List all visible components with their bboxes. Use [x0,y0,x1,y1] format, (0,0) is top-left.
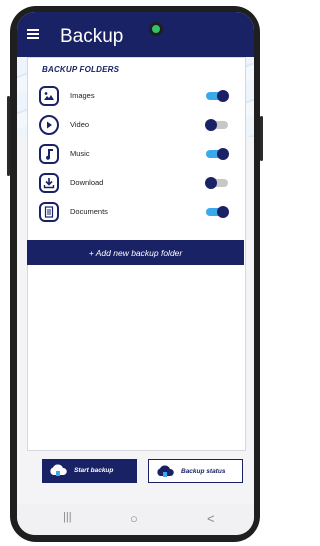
folder-row-video: Video [39,115,234,137]
folder-row-music: Music [39,144,234,166]
volume-button [7,96,10,176]
cloud-icon [50,464,67,476]
music-toggle[interactable] [206,148,229,160]
recents-icon[interactable]: ||| [63,511,72,523]
folder-label: Images [70,91,95,100]
power-button [260,116,263,161]
download-toggle[interactable] [205,177,228,189]
folder-label: Download [70,178,104,187]
folder-label: Video [70,120,90,129]
documents-toggle[interactable] [206,206,229,218]
folder-row-images: Images [39,86,234,108]
add-backup-folder-button[interactable]: + Add new backup folder [27,240,244,265]
play-icon [39,115,59,135]
app-screen: Backup BACKUP FOLDERS Images Video Music… [17,12,254,535]
music-note-icon [39,144,59,164]
start-backup-label: Start backup [74,467,114,474]
download-icon [39,173,59,193]
cloud-icon [157,465,174,477]
folder-row-documents: Documents [39,202,234,224]
backup-status-label: Backup status [181,468,226,475]
home-icon[interactable]: ○ [130,511,138,526]
system-nav-bar: ||| ○ < [17,504,254,535]
app-header: Backup [17,12,254,57]
start-backup-button[interactable]: Start backup [42,459,137,483]
back-icon[interactable]: < [207,511,215,526]
page-title: Backup [60,26,124,47]
video-toggle[interactable] [205,119,228,131]
folder-label: Music [70,149,90,158]
folder-row-download: Download [39,173,234,195]
folder-label: Documents [70,207,108,216]
front-camera-icon [149,22,163,36]
backup-status-button[interactable]: Backup status [148,459,243,483]
images-toggle[interactable] [206,90,229,102]
document-icon [39,202,59,222]
section-title: BACKUP FOLDERS [42,65,120,74]
image-icon [39,86,59,106]
menu-icon[interactable] [27,29,39,39]
